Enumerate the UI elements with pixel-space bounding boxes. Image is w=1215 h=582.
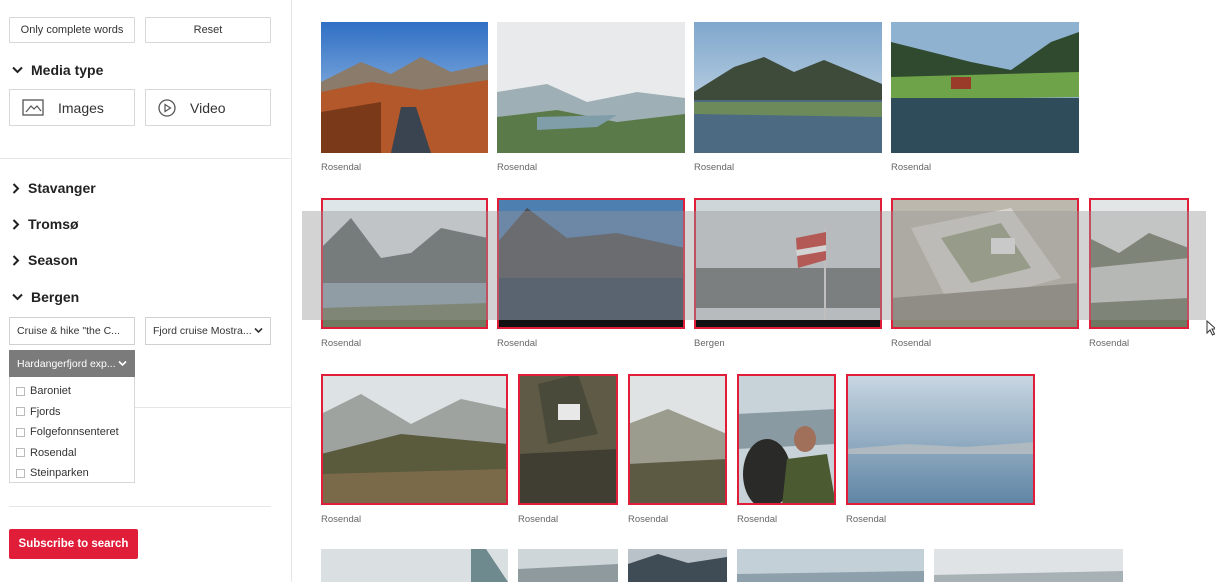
image-caption: Rosendal [321, 338, 362, 349]
chevron-down-icon [12, 66, 23, 74]
image-caption: Rosendal [321, 162, 362, 173]
filter-sidebar: Only complete words Reset Media type Ima… [0, 0, 292, 582]
section-bergen[interactable]: Bergen [12, 289, 79, 305]
bergen-dropdown-cruise-hike[interactable]: Cruise & hike "the C... [9, 317, 135, 345]
checkbox[interactable] [16, 448, 25, 458]
checkbox[interactable] [16, 427, 25, 437]
gallery-image[interactable] [628, 549, 727, 582]
image-caption: Rosendal [737, 514, 778, 525]
media-type-header[interactable]: Media type [12, 62, 103, 78]
image-caption: Rosendal [846, 514, 887, 525]
mouse-cursor-icon [1206, 320, 1215, 336]
gallery-image[interactable] [321, 549, 508, 582]
option-label: Fjords [30, 405, 61, 418]
images-label: Images [58, 99, 104, 116]
gallery-image-selected[interactable] [321, 374, 508, 505]
chevron-down-icon [118, 360, 127, 367]
gallery-image-selected[interactable] [518, 374, 618, 505]
selection-overlay [302, 211, 1206, 320]
video-label: Video [190, 99, 226, 116]
option-fjords[interactable]: Fjords [10, 402, 134, 423]
section-bergen-label: Bergen [31, 289, 80, 305]
gallery-image[interactable] [321, 22, 488, 153]
chevron-right-icon [12, 254, 20, 266]
option-folgefonnsenteret[interactable]: Folgefonnsenteret [10, 422, 134, 443]
image-caption: Rosendal [694, 162, 735, 173]
section-tromso-label: Tromsø [28, 216, 79, 232]
gallery-image[interactable] [737, 549, 924, 582]
image-caption: Rosendal [891, 162, 932, 173]
option-label: Rosendal [30, 446, 77, 459]
chevron-right-icon [12, 182, 20, 194]
gallery-image-selected[interactable] [628, 374, 727, 505]
bergen-dropdown-hardangerfjord[interactable]: Hardangerfjord exp... [9, 350, 135, 378]
play-icon [158, 98, 176, 117]
checkbox[interactable] [16, 386, 25, 396]
dropdown-value: Cruise & hike "the C... [17, 325, 120, 337]
media-type-title: Media type [31, 62, 104, 78]
gallery-image[interactable] [518, 549, 618, 582]
image-icon [22, 99, 44, 116]
images-button[interactable]: Images [9, 89, 135, 126]
divider [9, 506, 271, 507]
subscribe-to-search-button[interactable]: Subscribe to search [9, 529, 138, 559]
option-baroniet[interactable]: Baroniet [10, 381, 134, 402]
chevron-down-icon [12, 293, 23, 301]
image-caption: Rosendal [321, 514, 362, 525]
option-rosendal[interactable]: Rosendal [10, 443, 134, 464]
image-caption: Rosendal [891, 338, 932, 349]
section-season-label: Season [28, 252, 78, 268]
chevron-down-icon [254, 327, 263, 334]
section-stavanger-label: Stavanger [28, 180, 96, 196]
option-steinparken[interactable]: Steinparken [10, 463, 134, 484]
video-button[interactable]: Video [145, 89, 271, 126]
dropdown-value: Hardangerfjord exp... [17, 358, 116, 370]
option-label: Folgefonnsenteret [30, 426, 119, 439]
image-caption: Bergen [694, 338, 725, 349]
gallery-image[interactable] [497, 22, 685, 153]
image-caption: Rosendal [497, 338, 538, 349]
image-caption: Rosendal [628, 514, 669, 525]
only-complete-words-button[interactable]: Only complete words [9, 17, 135, 43]
checkbox[interactable] [16, 468, 25, 478]
image-caption: Rosendal [1089, 338, 1130, 349]
section-tromso[interactable]: Tromsø [12, 216, 79, 232]
dropdown-value: Fjord cruise Mostra... [153, 325, 252, 337]
hardangerfjord-options: Baroniet Fjords Folgefonnsenteret Rosend… [9, 377, 135, 483]
gallery-image[interactable] [891, 22, 1079, 153]
checkbox[interactable] [16, 407, 25, 417]
gallery-image-selected[interactable] [846, 374, 1035, 505]
section-stavanger[interactable]: Stavanger [12, 180, 96, 196]
divider [0, 158, 292, 159]
image-caption: Rosendal [497, 162, 538, 173]
option-label: Baroniet [30, 385, 71, 398]
bergen-dropdown-fjord-cruise[interactable]: Fjord cruise Mostra... [145, 317, 271, 345]
image-caption: Rosendal [518, 514, 559, 525]
chevron-right-icon [12, 218, 20, 230]
gallery-image[interactable] [694, 22, 882, 153]
gallery-image-selected[interactable] [737, 374, 836, 505]
gallery-image[interactable] [934, 549, 1123, 582]
section-season[interactable]: Season [12, 252, 78, 268]
divider [135, 407, 292, 408]
option-label: Steinparken [30, 467, 89, 480]
reset-button[interactable]: Reset [145, 17, 271, 43]
